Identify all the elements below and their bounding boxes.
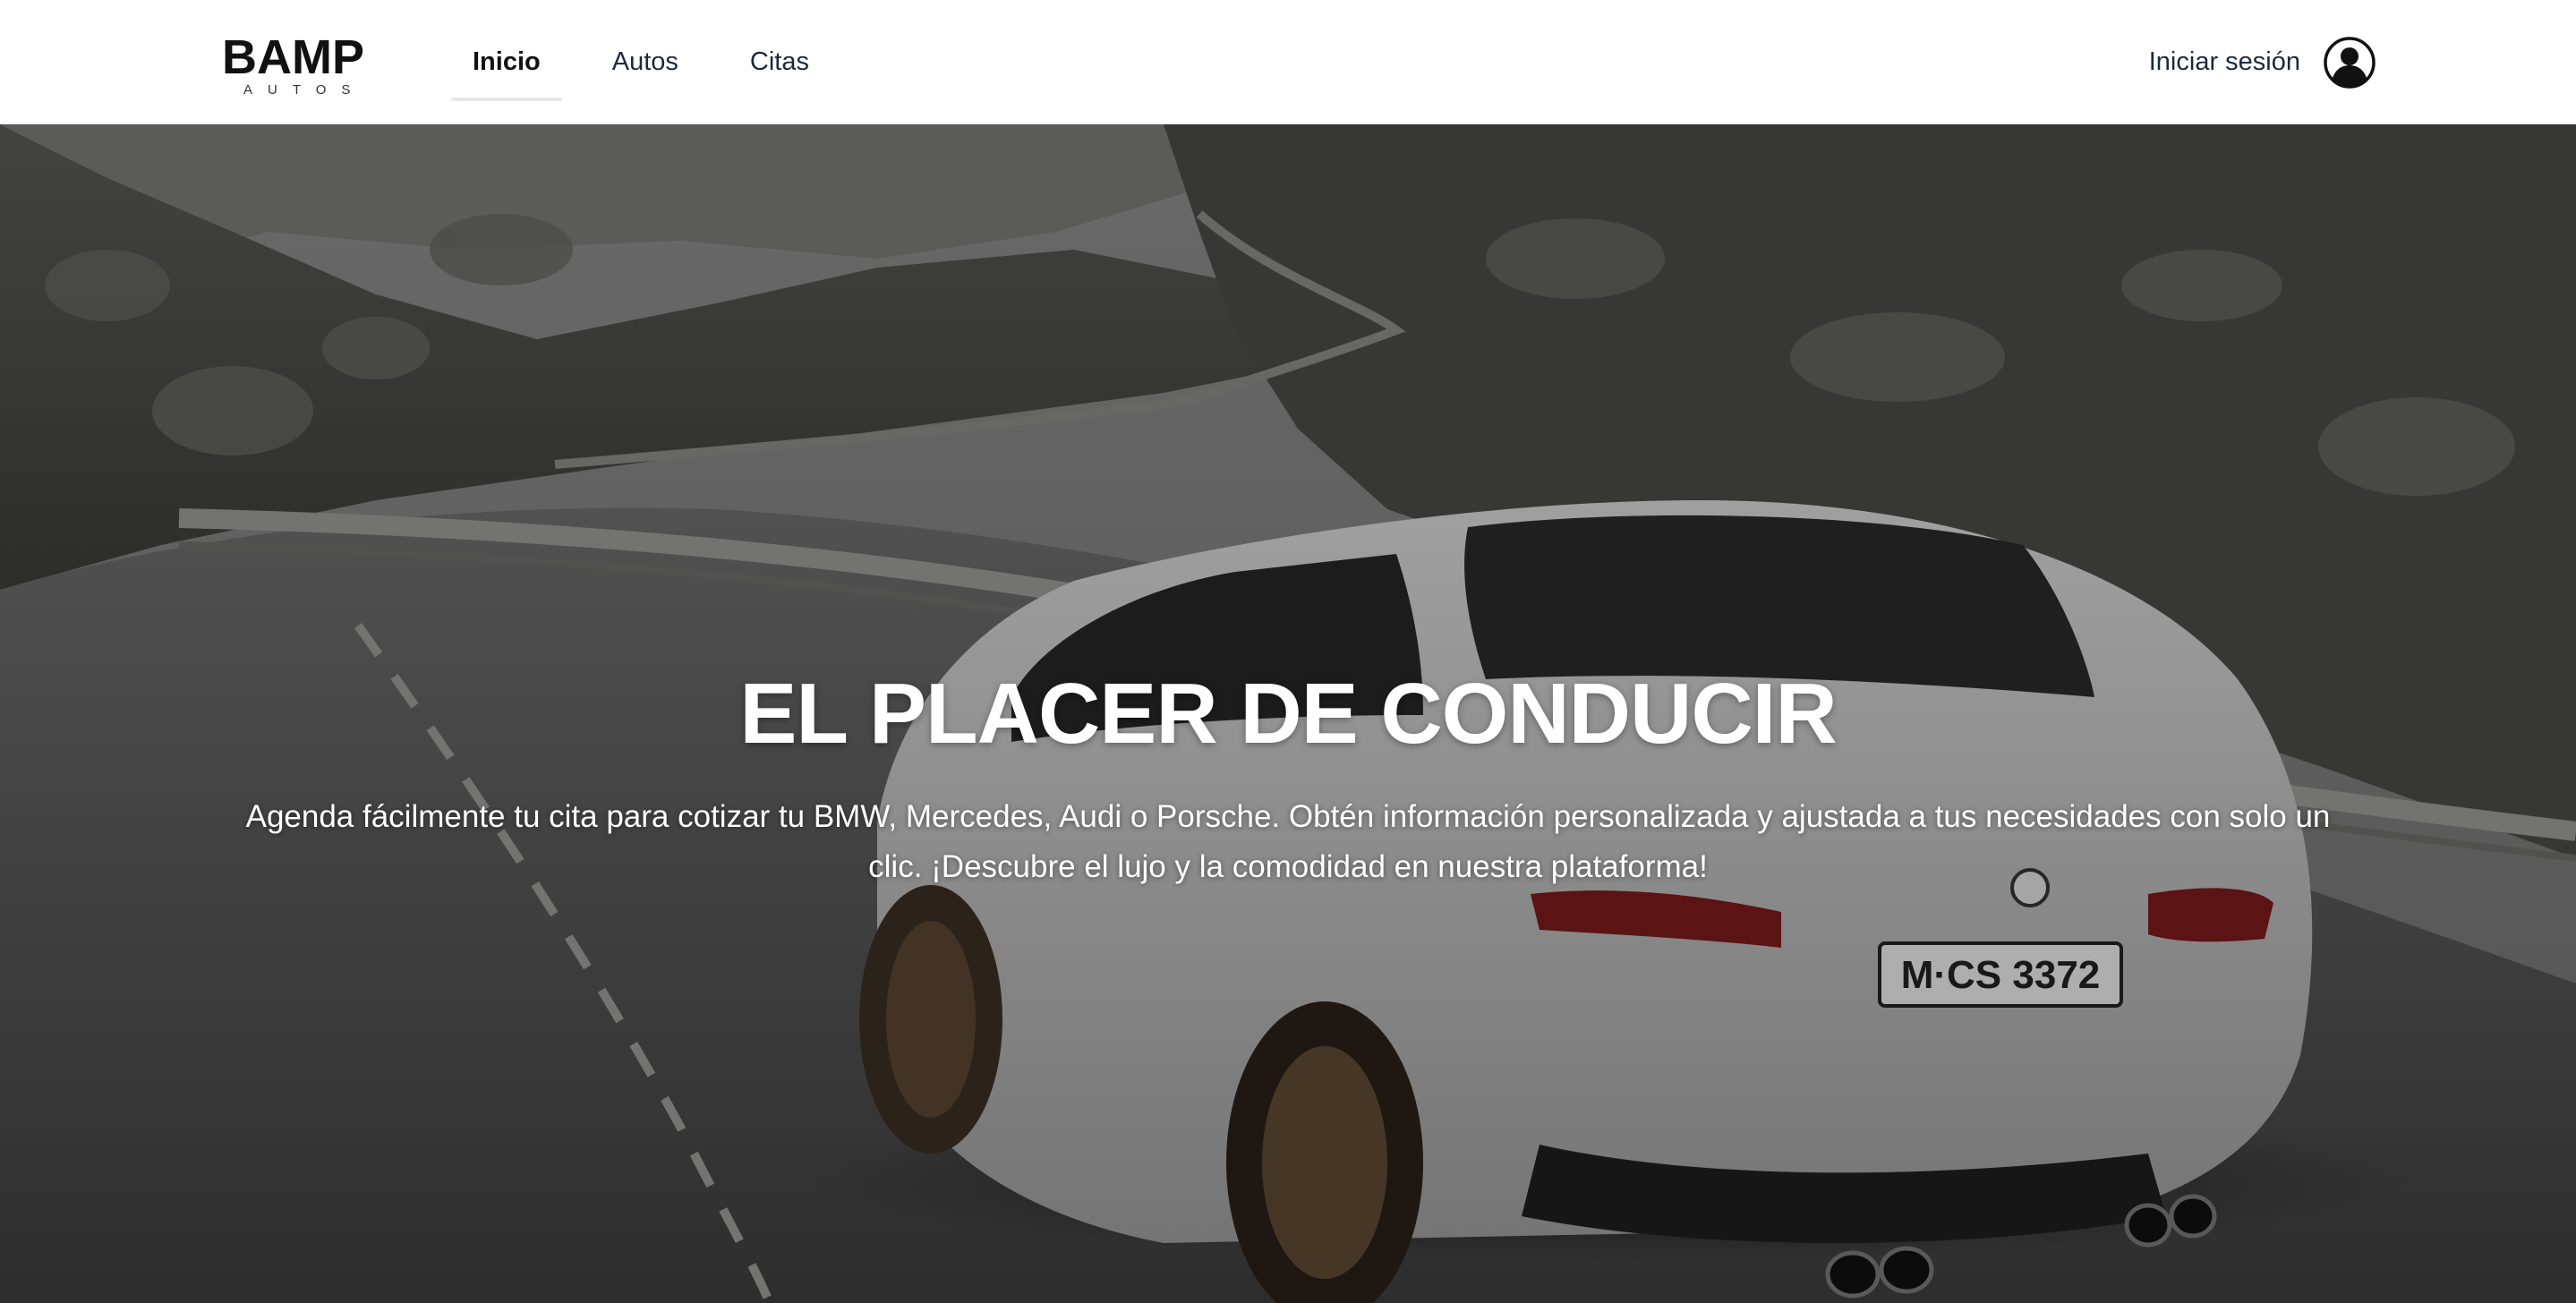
- login-link[interactable]: Iniciar sesión: [2149, 47, 2300, 77]
- nav-item-citas[interactable]: Citas: [729, 0, 831, 124]
- hero-section: M·CS 3372 EL PLACER DE CONDUCIR Agenda f…: [0, 124, 2576, 1303]
- user-circle-icon[interactable]: [2324, 36, 2376, 89]
- nav-item-autos[interactable]: Autos: [591, 0, 700, 124]
- brand-name: BAMP: [222, 30, 364, 84]
- hero-title: EL PLACER DE CONDUCIR: [739, 666, 1837, 762]
- hero-description: Agenda fácilmente tu cita para cotizar t…: [245, 799, 2331, 884]
- nav-item-inicio[interactable]: Inicio: [451, 0, 562, 124]
- login-area[interactable]: Iniciar sesión: [2149, 0, 2376, 124]
- main-nav: Inicio Autos Citas: [451, 0, 831, 124]
- brand-tagline: AUTOS: [243, 82, 366, 98]
- site-header: BAMP AUTOS Inicio Autos Citas Iniciar se…: [0, 0, 2576, 124]
- brand-logo[interactable]: BAMP AUTOS: [222, 30, 366, 100]
